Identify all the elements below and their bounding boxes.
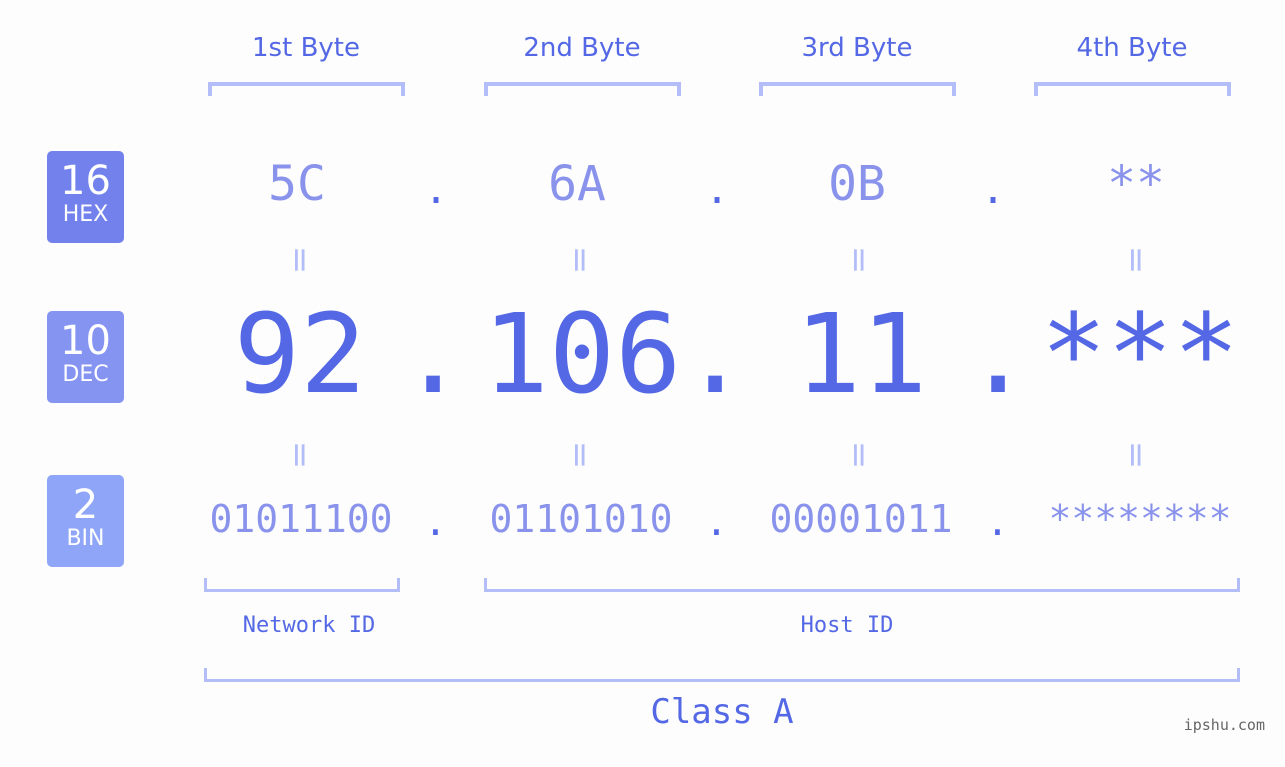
host-id-label: Host ID — [800, 613, 894, 638]
byte-bracket-1 — [208, 82, 405, 96]
dec-separator: . — [400, 290, 467, 418]
class-label: Class A — [650, 692, 794, 732]
hex-badge-base: 16 — [60, 158, 111, 204]
bin-separator: . — [705, 500, 728, 544]
equals-icon: = — [839, 245, 879, 275]
dec-separator: . — [682, 290, 749, 418]
hex-badge-label: HEX — [62, 202, 109, 227]
bin-separator: . — [424, 500, 447, 544]
host-id-bracket — [484, 578, 1240, 592]
hex-separator: . — [981, 167, 1006, 213]
hex-byte-4: ** — [1107, 156, 1165, 212]
hex-byte-3: 0B — [828, 156, 886, 212]
byte-header-3: 3rd Byte — [801, 33, 913, 63]
dec-byte-2: 106 — [482, 290, 682, 418]
equals-icon: = — [280, 245, 320, 275]
byte-header-1: 1st Byte — [252, 33, 360, 63]
equals-icon: = — [280, 440, 320, 470]
equals-icon: = — [1116, 440, 1156, 470]
dec-byte-4: *** — [1040, 290, 1240, 418]
byte-bracket-2 — [484, 82, 681, 96]
hex-badge: 16 HEX — [47, 151, 124, 243]
equals-icon: = — [560, 440, 600, 470]
equals-icon: = — [839, 440, 879, 470]
bin-badge-label: BIN — [66, 526, 105, 551]
dec-byte-1: 92 — [233, 290, 367, 418]
equals-icon: = — [560, 245, 600, 275]
bin-byte-1: 01011100 — [209, 497, 393, 541]
network-id-label: Network ID — [242, 613, 376, 638]
bin-badge: 2 BIN — [47, 475, 124, 567]
class-bracket — [204, 668, 1240, 682]
byte-header-2: 2nd Byte — [523, 33, 641, 63]
byte-bracket-4 — [1034, 82, 1231, 96]
dec-separator: . — [965, 290, 1032, 418]
hex-byte-2: 6A — [548, 156, 606, 212]
network-id-bracket — [204, 578, 400, 592]
byte-header-4: 4th Byte — [1076, 33, 1188, 63]
bin-byte-3: 00001011 — [769, 497, 953, 541]
bin-separator: . — [986, 500, 1009, 544]
dec-badge: 10 DEC — [47, 311, 124, 403]
byte-bracket-3 — [759, 82, 956, 96]
dec-badge-label: DEC — [62, 362, 109, 387]
equals-icon: = — [1116, 245, 1156, 275]
hex-separator: . — [424, 167, 449, 213]
dec-badge-base: 10 — [60, 318, 111, 364]
bin-badge-base: 2 — [72, 482, 99, 528]
dec-byte-3: 11 — [794, 290, 928, 418]
watermark: ipshu.com — [1183, 716, 1265, 734]
hex-separator: . — [705, 167, 730, 213]
bin-byte-2: 01101010 — [489, 497, 673, 541]
bin-byte-4: ******** — [1048, 497, 1232, 541]
hex-byte-1: 5C — [268, 156, 326, 212]
